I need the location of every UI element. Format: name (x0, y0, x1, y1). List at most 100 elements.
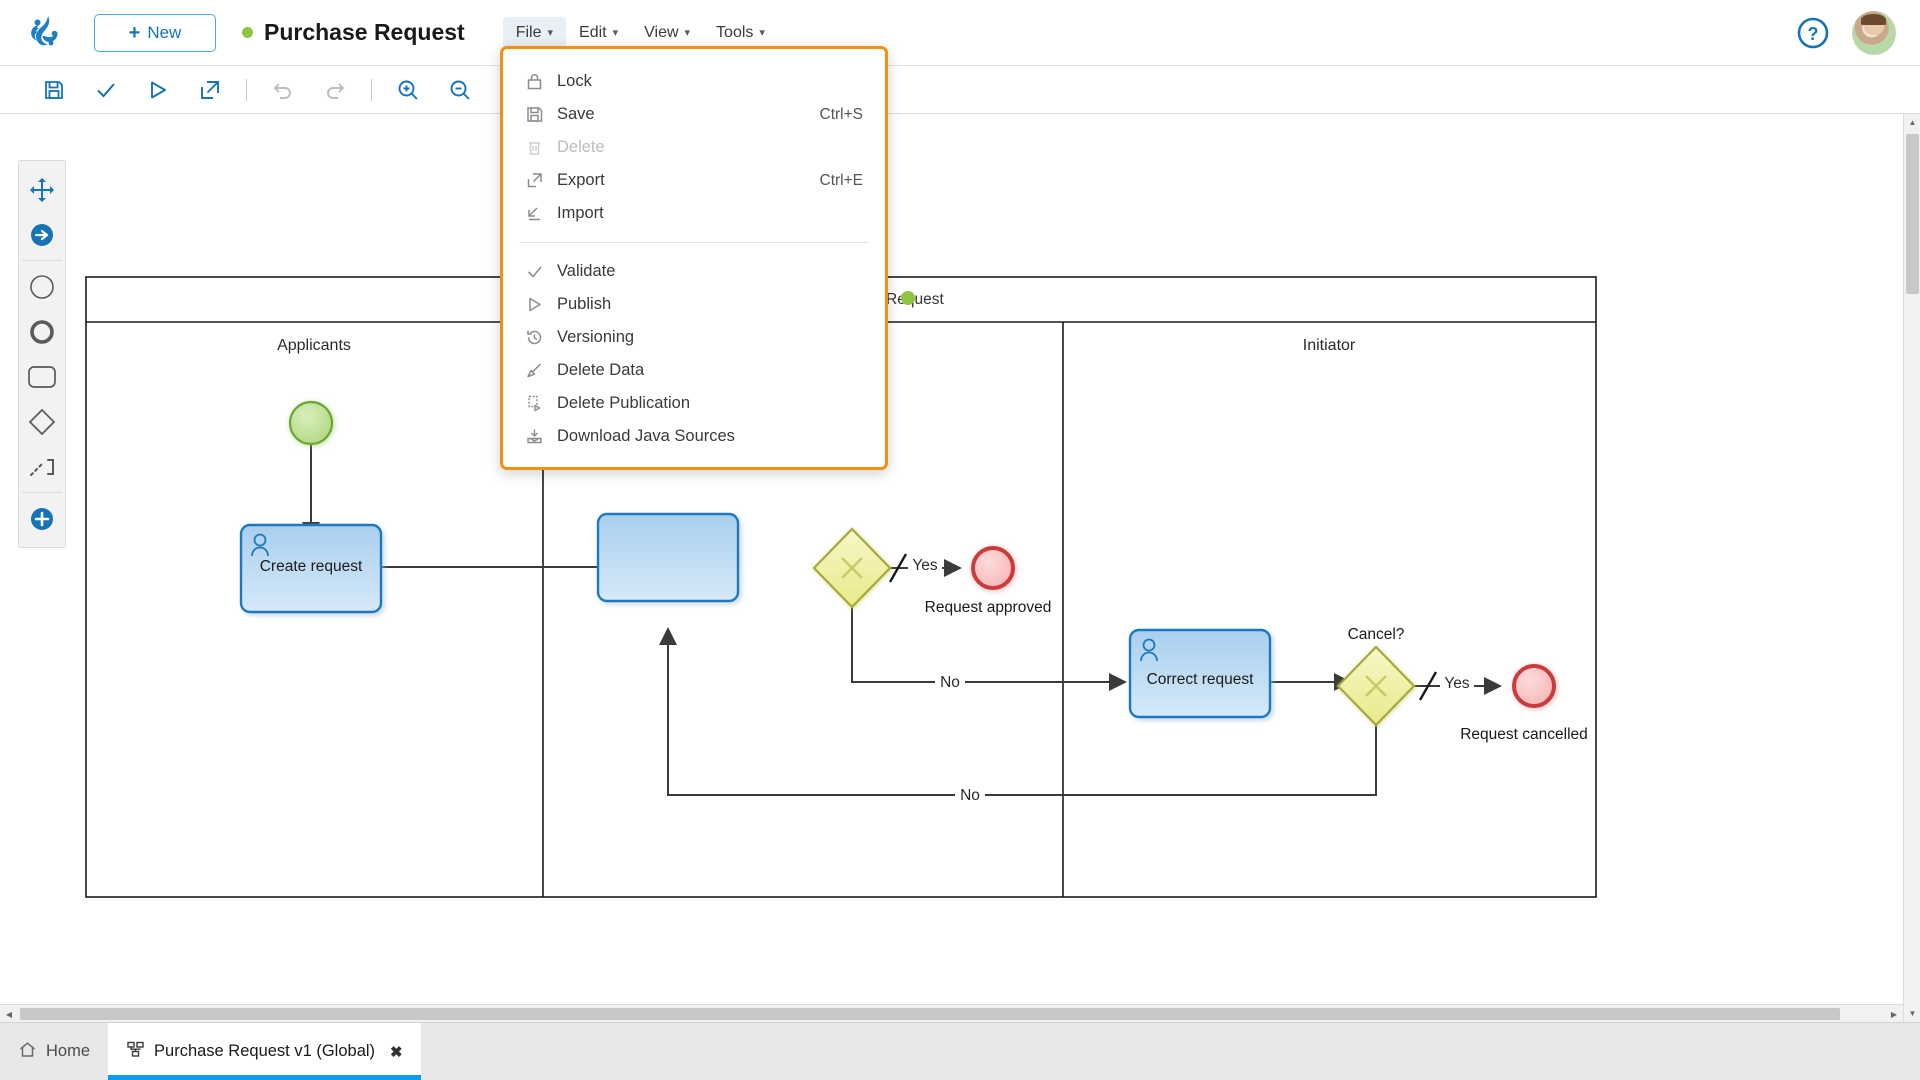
menu-item-delete-data[interactable]: Delete Data (503, 354, 885, 387)
menu-file[interactable]: File ▾ (502, 16, 567, 49)
unpublish-icon (525, 394, 557, 413)
end-event-cancelled[interactable] (1512, 664, 1556, 708)
help-circle-icon[interactable]: ? (1796, 16, 1830, 50)
close-icon[interactable]: ✖ (390, 1043, 403, 1061)
menu-item-download-java-sources[interactable]: Download Java Sources (503, 420, 885, 453)
import-icon (525, 204, 557, 223)
menu-item-versioning[interactable]: Versioning (503, 321, 885, 354)
process-icon (126, 1040, 145, 1064)
scroll-up-arrow[interactable]: ▲ (1904, 114, 1920, 131)
save-icon[interactable] (28, 70, 80, 110)
menu-item-delete-label: Delete (557, 138, 605, 156)
menu-item-delete-publication[interactable]: Delete Publication (503, 387, 885, 420)
undo-icon[interactable] (257, 70, 309, 110)
export-icon[interactable] (184, 70, 236, 110)
lane-label-initiator: Initiator (1303, 337, 1356, 354)
validate-icon[interactable] (80, 70, 132, 110)
menu-file-label: File (515, 23, 542, 41)
plus-icon: + (128, 21, 141, 44)
trash-icon (525, 138, 557, 157)
menu-tools[interactable]: Tools ▾ (703, 17, 778, 49)
zoom-out-icon[interactable] (434, 70, 486, 110)
tab-purchase-request[interactable]: Purchase Request v1 (Global) ✖ (108, 1023, 421, 1080)
menu-item-delete-data-label: Delete Data (557, 361, 645, 379)
file-menu-dropdown[interactable]: Lock Save Ctrl+S Delete Export Ctrl+E Im… (500, 46, 888, 470)
task-correct-request-label: Correct request (1147, 671, 1255, 688)
gateway-icon[interactable] (19, 399, 65, 444)
menu-item-publish[interactable]: Publish (503, 288, 885, 321)
toolbar-separator (246, 78, 247, 101)
app-header: + New Purchase Request File ▾ Edit ▾ Vie… (0, 0, 1920, 66)
chevron-down-icon: ▾ (612, 27, 619, 39)
menu-item-delete-publication-label: Delete Publication (557, 394, 690, 412)
scroll-left-arrow[interactable]: ◀ (0, 1005, 18, 1022)
hscroll-thumb[interactable] (20, 1008, 1840, 1020)
flow-label-yes-cancel: Yes (1444, 675, 1470, 692)
tab-purchase-request-label: Purchase Request v1 (Global) (154, 1042, 376, 1060)
tab-home[interactable]: Home (0, 1023, 108, 1080)
document-title: Purchase Request (242, 19, 465, 46)
pool-status-dot (901, 291, 915, 305)
horizontal-scrollbar[interactable]: ◀ ▶ (0, 1004, 1903, 1022)
menu-item-publish-label: Publish (557, 295, 612, 313)
start-event-icon[interactable] (19, 264, 65, 309)
toolbar-separator (371, 78, 372, 101)
menu-item-export-label: Export (557, 171, 605, 189)
menu-item-lock[interactable]: Lock (503, 65, 885, 98)
menu-item-import-label: Import (557, 204, 604, 222)
avatar[interactable] (1852, 10, 1896, 55)
lane-label-applicants: Applicants (277, 337, 351, 354)
tab-home-label: Home (46, 1042, 91, 1060)
menu-item-lock-label: Lock (557, 72, 592, 90)
publish-icon[interactable] (132, 70, 184, 110)
bpmn-diagram[interactable]: Purchase Request Applicants Initiator (0, 114, 1903, 1004)
task-create-request[interactable]: Create request (239, 523, 383, 614)
menu-edit[interactable]: Edit ▾ (566, 17, 631, 49)
association-icon[interactable] (19, 444, 65, 489)
new-button-label: New (147, 22, 182, 42)
end-event-icon[interactable] (19, 309, 65, 354)
new-button[interactable]: + New (94, 13, 216, 52)
menu-item-validate[interactable]: Validate (503, 255, 885, 288)
chevron-down-icon: ▾ (759, 27, 765, 39)
flow-label-no-approved: No (940, 674, 960, 691)
history-icon (525, 328, 557, 347)
download-java-icon (525, 427, 557, 446)
move-tool-icon[interactable] (19, 167, 65, 212)
svg-text:?: ? (1808, 24, 1819, 44)
start-event[interactable] (288, 400, 334, 446)
scroll-right-arrow[interactable]: ▶ (1885, 1005, 1903, 1022)
end-event-approved-label: Request approved (925, 599, 1052, 616)
menu-view[interactable]: View ▾ (631, 17, 703, 49)
bottom-tab-bar: Home Purchase Request v1 (Global) ✖ (0, 1022, 1920, 1080)
task-correct-request[interactable]: Correct request (1128, 628, 1272, 719)
task-check-request[interactable] (596, 512, 740, 603)
frog-logo[interactable] (18, 12, 80, 54)
menu-item-save-shortcut: Ctrl+S (819, 105, 864, 123)
menu-item-validate-label: Validate (557, 262, 616, 280)
menu-item-versioning-label: Versioning (557, 328, 635, 346)
menu-item-save-label: Save (557, 105, 595, 123)
palette-divider (22, 492, 62, 493)
export-icon (525, 171, 557, 190)
application-window: + New Purchase Request File ▾ Edit ▾ Vie… (0, 0, 1920, 1080)
menu-item-delete: Delete (503, 131, 885, 164)
task-icon[interactable] (19, 354, 65, 399)
diagram-canvas[interactable]: Purchase Request Applicants Initiator (0, 114, 1920, 1022)
redo-icon[interactable] (309, 70, 361, 110)
connector-tool-icon[interactable] (19, 212, 65, 257)
menu-item-import[interactable]: Import (503, 197, 885, 230)
scroll-down-arrow[interactable]: ▼ (1904, 1005, 1920, 1022)
menu-item-export[interactable]: Export Ctrl+E (503, 164, 885, 197)
add-element-icon[interactable] (19, 496, 65, 541)
document-title-text: Purchase Request (264, 19, 465, 45)
menu-item-save[interactable]: Save Ctrl+S (503, 98, 885, 131)
chevron-down-icon: ▾ (547, 27, 554, 39)
gateway-cancel-label: Cancel? (1348, 626, 1405, 643)
vertical-scrollbar[interactable]: ▲ ▼ (1903, 114, 1920, 1022)
broom-icon (525, 361, 557, 380)
vscroll-thumb[interactable] (1906, 134, 1919, 294)
end-event-approved[interactable] (971, 546, 1015, 590)
menu-view-label: View (644, 23, 679, 41)
zoom-in-icon[interactable] (382, 70, 434, 110)
